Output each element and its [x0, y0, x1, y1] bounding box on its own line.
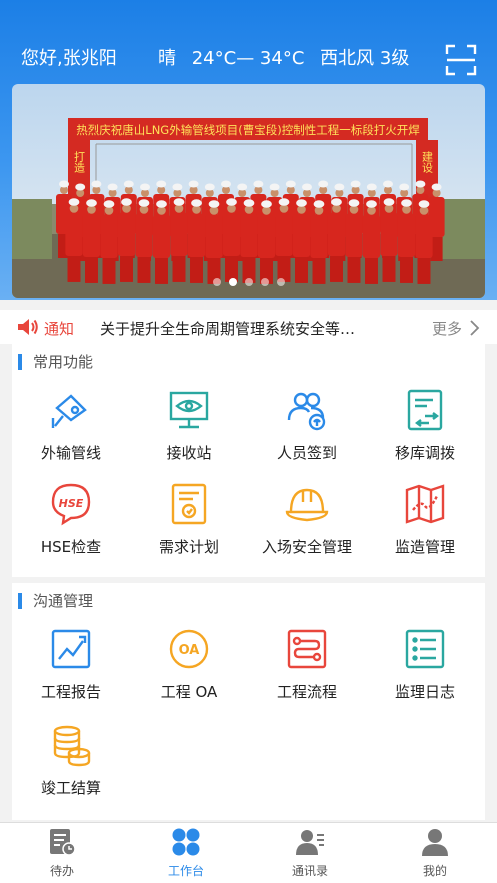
- communication-section: 沟通管理 工程报告 OA 工程 OA 工程流程 监理日志 竣工结算: [12, 583, 485, 820]
- map-route-icon: [405, 484, 445, 524]
- func-label: 入场安全管理: [261, 538, 352, 556]
- notice-more-link[interactable]: 更多: [432, 318, 462, 339]
- tab-label: 待办: [49, 864, 74, 878]
- comm-engineering-report[interactable]: 工程报告: [12, 627, 130, 702]
- common-functions-section: 常用功能 外输管线 接收站 人员签到 移库调拨 HSE HSE检查 需求计划 入…: [12, 344, 485, 577]
- comm-supervision-log[interactable]: 监理日志: [366, 627, 484, 702]
- weather-info: 晴 24°C— 34°C 西北风 3级: [158, 44, 419, 70]
- todo-icon: [50, 829, 76, 856]
- comm-engineering-flow[interactable]: 工程流程: [248, 627, 366, 702]
- coin-stack-icon: [53, 725, 91, 767]
- weather-temperature: 24°C— 34°C: [191, 48, 305, 69]
- func-supervision[interactable]: 监造管理: [366, 482, 484, 557]
- monitor-eye-icon: [169, 391, 209, 429]
- section-title: 常用功能: [18, 354, 93, 370]
- header: 您好,张兆阳 晴 24°C— 34°C 西北风 3级 热烈庆祝唐山LNG外输管线…: [0, 0, 497, 300]
- carousel-dot[interactable]: [276, 278, 285, 286]
- tab-profile[interactable]: 我的: [385, 827, 485, 879]
- func-hse-check[interactable]: HSE HSE检查: [12, 482, 130, 557]
- greeting-text: 您好,张兆阳: [21, 48, 117, 69]
- func-label: 需求计划: [158, 538, 219, 556]
- tab-label: 通讯录: [291, 864, 328, 878]
- workbench-icon: [172, 828, 200, 856]
- tab-todo[interactable]: 待办: [12, 827, 112, 879]
- plan-document-icon: [171, 483, 207, 525]
- func-demand-plan[interactable]: 需求计划: [130, 482, 248, 557]
- bottom-tab-bar: 待办 工作台 通讯录 我的: [0, 822, 497, 883]
- func-label: HSE检查: [40, 538, 102, 556]
- notice-bar[interactable]: 通知 关于提升全生命周期管理系统安全等… 更多: [0, 310, 497, 344]
- svg-text:HSE: HSE: [59, 497, 84, 510]
- tab-contacts[interactable]: 通讯录: [260, 827, 360, 879]
- func-transfer[interactable]: 移库调拨: [366, 388, 484, 463]
- svg-text:OA: OA: [179, 643, 200, 658]
- report-chart-icon: [51, 629, 91, 669]
- func-entry-safety[interactable]: 入场安全管理: [248, 482, 366, 557]
- banner-carousel[interactable]: 热烈庆祝唐山LNG外输管线项目(曹宝段)控制性工程一标段打火开焊 打造 建设: [12, 84, 485, 298]
- flow-process-icon: [287, 629, 327, 669]
- func-receiving-station[interactable]: 接收站: [130, 388, 248, 463]
- speaker-icon: [18, 319, 38, 335]
- pipeline-camera-icon: [51, 394, 87, 428]
- comm-label: 工程流程: [276, 683, 337, 701]
- notice-text[interactable]: 关于提升全生命周期管理系统安全等…: [100, 318, 410, 339]
- hse-bubble-icon: HSE: [51, 483, 91, 526]
- tab-label: 我的: [422, 864, 447, 878]
- carousel-dot[interactable]: [244, 278, 253, 286]
- banner-arch-title: 热烈庆祝唐山LNG外输管线项目(曹宝段)控制性工程一标段打火开焊: [76, 123, 420, 137]
- tab-label: 工作台: [167, 864, 204, 878]
- profile-icon: [422, 829, 448, 856]
- func-label: 移库调拨: [394, 444, 455, 462]
- banner-right-pillar: 建设: [421, 150, 434, 174]
- carousel-dot[interactable]: [212, 278, 221, 286]
- oa-circle-icon: OA: [169, 629, 209, 669]
- comm-label: 工程 OA: [160, 683, 218, 701]
- comm-completion-settlement[interactable]: 竣工结算: [12, 723, 130, 798]
- func-label: 接收站: [166, 444, 212, 462]
- banner-left-pillar: 打造: [73, 150, 86, 173]
- weather-wind: 西北风 3级: [320, 48, 410, 69]
- carousel-dots: [12, 278, 485, 286]
- banner-photo: 热烈庆祝唐山LNG外输管线项目(曹宝段)控制性工程一标段打火开焊 打造 建设: [12, 84, 485, 298]
- helmet-icon: [285, 488, 329, 522]
- chevron-right-icon[interactable]: [468, 320, 480, 336]
- scan-icon[interactable]: [445, 44, 477, 76]
- contacts-icon: [296, 830, 324, 855]
- carousel-dot[interactable]: [260, 278, 269, 286]
- log-list-icon: [405, 629, 445, 669]
- people-fingerprint-icon: [287, 392, 326, 431]
- transfer-doc-icon: [407, 389, 443, 431]
- tab-workbench[interactable]: 工作台: [136, 827, 236, 879]
- comm-label: 监理日志: [394, 683, 455, 701]
- func-label: 人员签到: [276, 444, 337, 462]
- func-personnel-signin[interactable]: 人员签到: [248, 388, 366, 463]
- weather-condition: 晴: [158, 48, 176, 69]
- comm-label: 竣工结算: [40, 779, 101, 797]
- comm-label: 工程报告: [40, 683, 101, 701]
- section-title: 沟通管理: [18, 593, 93, 609]
- notice-tag: 通知: [44, 320, 75, 338]
- func-pipeline[interactable]: 外输管线: [12, 388, 130, 463]
- comm-engineering-oa[interactable]: OA 工程 OA: [130, 627, 248, 702]
- func-label: 外输管线: [40, 444, 101, 462]
- func-label: 监造管理: [394, 538, 455, 556]
- carousel-dot[interactable]: [228, 278, 237, 286]
